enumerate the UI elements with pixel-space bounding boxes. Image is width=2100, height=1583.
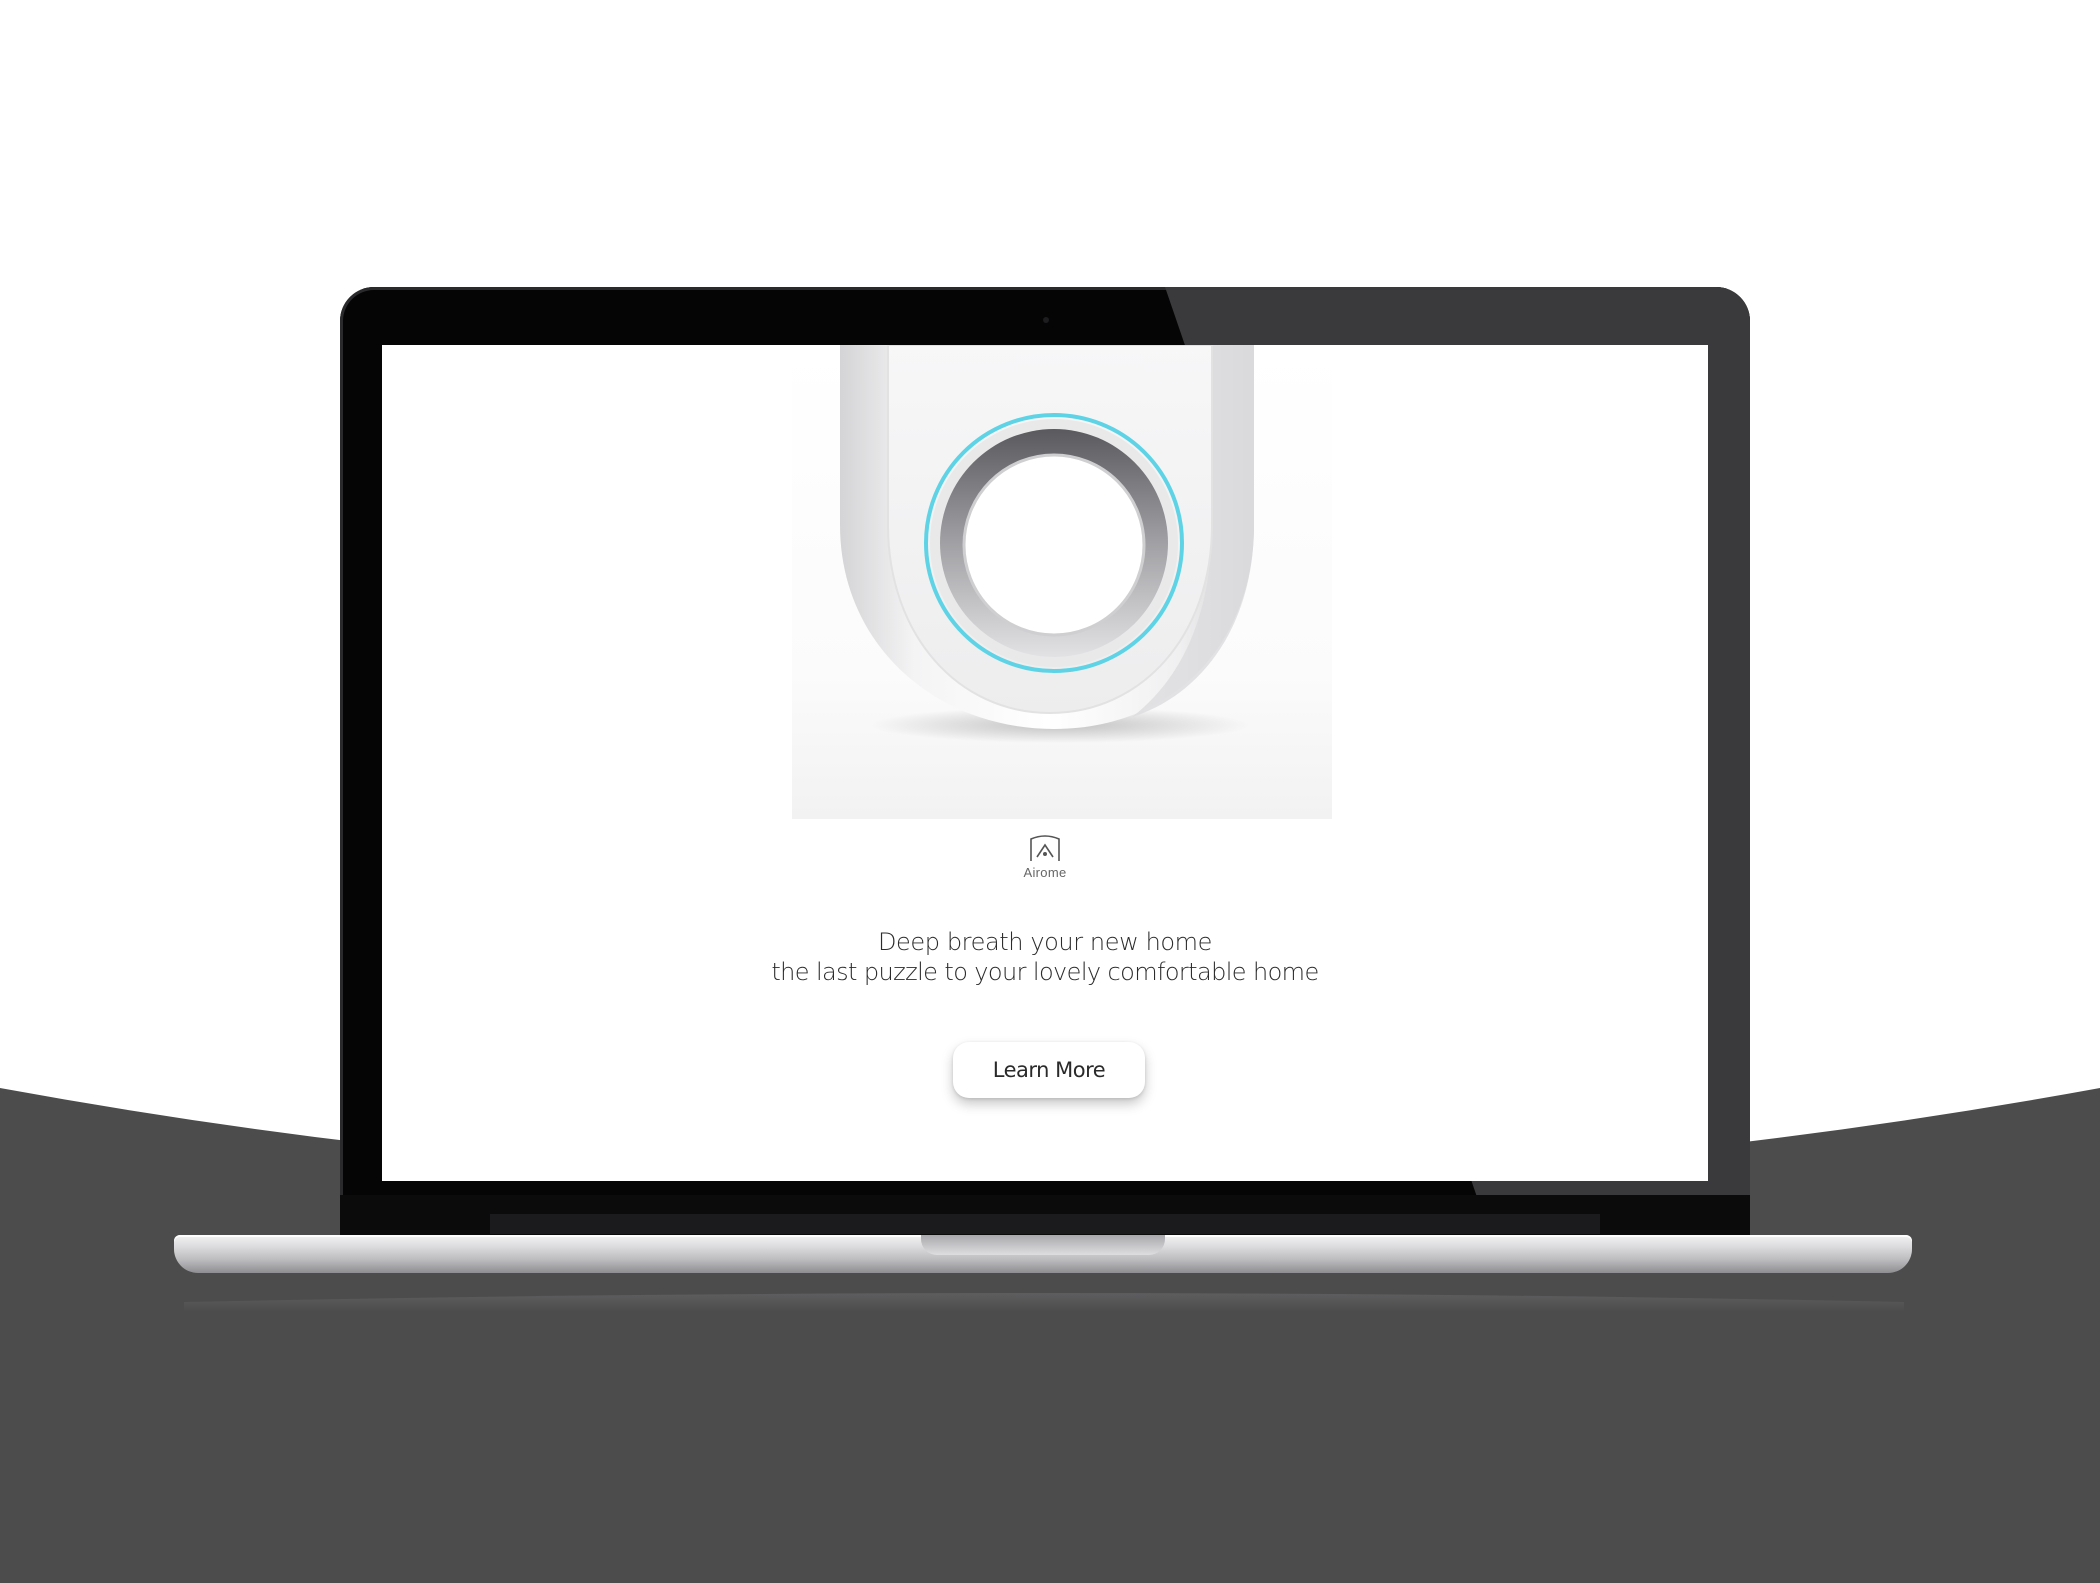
laptop-hinge: [490, 1214, 1600, 1234]
hero-product-image: [792, 345, 1332, 819]
brand-logo[interactable]: Airome: [1014, 833, 1076, 891]
air-purifier-icon: [840, 345, 1254, 743]
headline-line-2: the last puzzle to your lovely comfortab…: [771, 958, 1319, 986]
laptop-base-shadow: [184, 1293, 1904, 1312]
learn-more-button[interactable]: Learn More: [953, 1042, 1145, 1098]
house-outline-icon: [1030, 835, 1060, 861]
mockup-scene: Airome Deep breath your new home the las…: [0, 0, 2100, 1583]
headline-line-1: Deep breath your new home: [877, 928, 1213, 956]
laptop-lid-notch: [921, 1235, 1165, 1255]
webcam-icon: [1043, 317, 1049, 323]
brand-name: Airome: [1023, 865, 1067, 880]
laptop-screen: Airome Deep breath your new home the las…: [382, 345, 1708, 1181]
hero-headline: Deep breath your new home the last puzzl…: [645, 927, 1445, 987]
